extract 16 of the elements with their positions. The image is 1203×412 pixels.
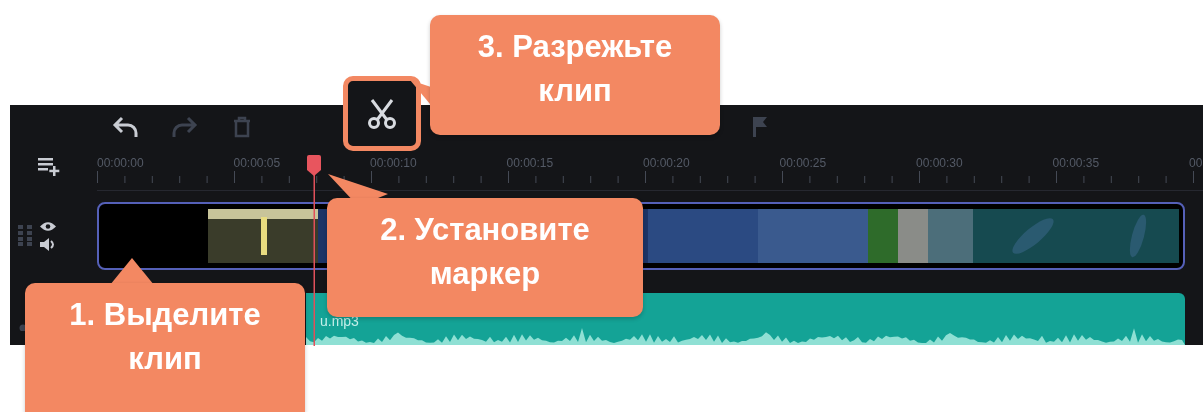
audio-file-name: u.mp3 bbox=[320, 313, 359, 329]
time-label: 00:00:20 bbox=[643, 156, 691, 171]
callout-text: маркер bbox=[429, 255, 541, 293]
callout-text: 3. Разрежьте bbox=[477, 28, 673, 66]
callout-text: клип bbox=[538, 72, 612, 110]
callout-text: 1. Выделите bbox=[69, 296, 261, 334]
callout-text: 2. Установите bbox=[380, 211, 590, 249]
time-label: 00:00:30 bbox=[916, 156, 964, 171]
time-label: 00 bbox=[1189, 156, 1203, 171]
callout-text: клип bbox=[128, 340, 202, 378]
time-label: 00:00:10 bbox=[370, 156, 418, 171]
time-label: 00:00:05 bbox=[233, 156, 282, 171]
time-label: 00:00:00 bbox=[97, 156, 145, 171]
time-label: 00:00:35 bbox=[1052, 156, 1101, 171]
time-label: 00:00:15 bbox=[506, 156, 555, 171]
time-label: 00:00:25 bbox=[779, 156, 828, 171]
